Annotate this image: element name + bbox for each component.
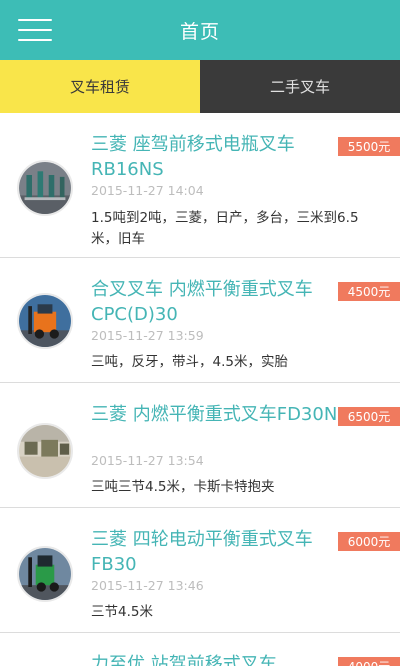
forklift-thumbnail: [17, 293, 73, 349]
list-item[interactable]: 三菱 内燃平衡重式叉车FD30N 6500元 2015-11-27 13:54 …: [0, 383, 400, 508]
listing-date: 2015-11-27 14:04: [91, 183, 204, 198]
price-badge: 4500元: [338, 282, 400, 301]
listing-description: 三吨三节4.5米，卡斯卡特抱夹: [91, 479, 275, 495]
list-item[interactable]: 力至优 站驾前移式叉车 4000元: [0, 633, 400, 666]
forklift-thumbnail: [17, 160, 73, 216]
listing-date: 2015-11-27 13:54: [91, 453, 204, 468]
listing-title: 三菱 座驾前移式电瓶叉车RB16NS: [91, 134, 295, 180]
price-badge: 6000元: [338, 532, 400, 551]
tab-used-forklift[interactable]: 二手叉车: [200, 60, 400, 113]
listing-description: 三吨，反牙，带斗，4.5米，实胎: [91, 354, 288, 370]
listing-title: 合叉叉车 内燃平衡重式叉车CPC(D)30: [91, 279, 313, 325]
list-item[interactable]: 三菱 四轮电动平衡重式叉车FB30 6000元 2015-11-27 13:46…: [0, 508, 400, 633]
price-badge: 6500元: [338, 407, 400, 426]
page-title: 首页: [179, 20, 220, 43]
listing-date: 2015-11-27 13:46: [91, 578, 204, 593]
listing-title: 三菱 四轮电动平衡重式叉车FB30: [91, 529, 313, 575]
listing-title: 三菱 内燃平衡重式叉车FD30N: [91, 404, 338, 425]
listing-date: 2015-11-27 13:59: [91, 328, 204, 343]
hamburger-menu-icon[interactable]: [18, 19, 52, 41]
forklift-thumbnail: [17, 546, 73, 602]
app-header: 首页: [0, 0, 400, 60]
price-badge: 4000元: [338, 657, 400, 666]
listing-list: 三菱 座驾前移式电瓶叉车RB16NS 5500元 2015-11-27 14:0…: [0, 113, 400, 666]
forklift-thumbnail: [17, 423, 73, 479]
listing-title: 力至优 站驾前移式叉车: [91, 654, 277, 666]
list-item[interactable]: 三菱 座驾前移式电瓶叉车RB16NS 5500元 2015-11-27 14:0…: [0, 113, 400, 258]
tab-bar: 叉车租赁 二手叉车: [0, 60, 400, 113]
tab-forklift-rental[interactable]: 叉车租赁: [0, 60, 200, 113]
price-badge: 5500元: [338, 137, 400, 156]
list-item[interactable]: 合叉叉车 内燃平衡重式叉车CPC(D)30 4500元 2015-11-27 1…: [0, 258, 400, 383]
listing-description: 1.5吨到2吨，三菱，日产，多台，三米到6.5米，旧车: [91, 210, 359, 247]
listing-description: 三节4.5米: [91, 604, 153, 620]
